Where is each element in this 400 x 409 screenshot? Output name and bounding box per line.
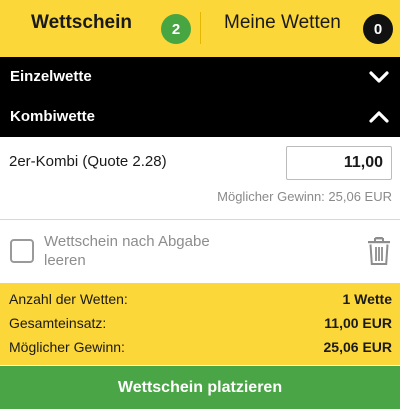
section-combo-bet[interactable]: Kombiwette: [0, 97, 400, 137]
section-single-bet[interactable]: Einzelwette: [0, 57, 400, 97]
tab-my-bets[interactable]: Meine Wetten 0: [201, 0, 400, 57]
summary-row-possible-win: Möglicher Gewinn: 25,06 EUR: [0, 339, 400, 359]
summary-row-total-stake: Gesamteinsatz: 11,00 EUR: [0, 315, 400, 335]
combo-bet-title: 2er-Kombi (Quote 2.28): [9, 153, 167, 170]
clear-after-submit-checkbox[interactable]: [10, 239, 34, 263]
summary-value: 11,00 EUR: [324, 315, 392, 331]
chevron-up-icon: [369, 111, 389, 123]
summary-row-count: Anzahl der Wetten: 1 Wette: [0, 291, 400, 311]
summary-value: 25,06 EUR: [323, 339, 392, 355]
tab-my-bets-label: Meine Wetten: [224, 12, 341, 33]
summary-value: 1 Wette: [342, 291, 392, 307]
betslip-tabs: Wettschein 2 Meine Wetten 0: [0, 0, 400, 57]
stake-input[interactable]: [286, 146, 392, 180]
tab-betslip-label: Wettschein: [31, 12, 133, 33]
summary-label: Möglicher Gewinn:: [9, 339, 125, 355]
summary-label: Anzahl der Wetten:: [9, 291, 128, 307]
tab-betslip[interactable]: Wettschein 2: [0, 0, 200, 57]
place-bet-button[interactable]: Wettschein platzieren: [0, 366, 400, 409]
my-bets-count-badge: 0: [363, 14, 393, 44]
clear-after-submit-label: Wettschein nach Abgabe leeren: [44, 233, 210, 269]
chevron-down-icon: [369, 71, 389, 83]
trash-icon[interactable]: [367, 236, 391, 266]
possible-win-text: Möglicher Gewinn: 25,06 EUR: [217, 189, 392, 204]
betslip-count-badge: 2: [161, 14, 191, 44]
section-combo-bet-label: Kombiwette: [10, 108, 96, 125]
section-single-bet-label: Einzelwette: [10, 68, 92, 85]
summary-label: Gesamteinsatz:: [9, 315, 107, 331]
